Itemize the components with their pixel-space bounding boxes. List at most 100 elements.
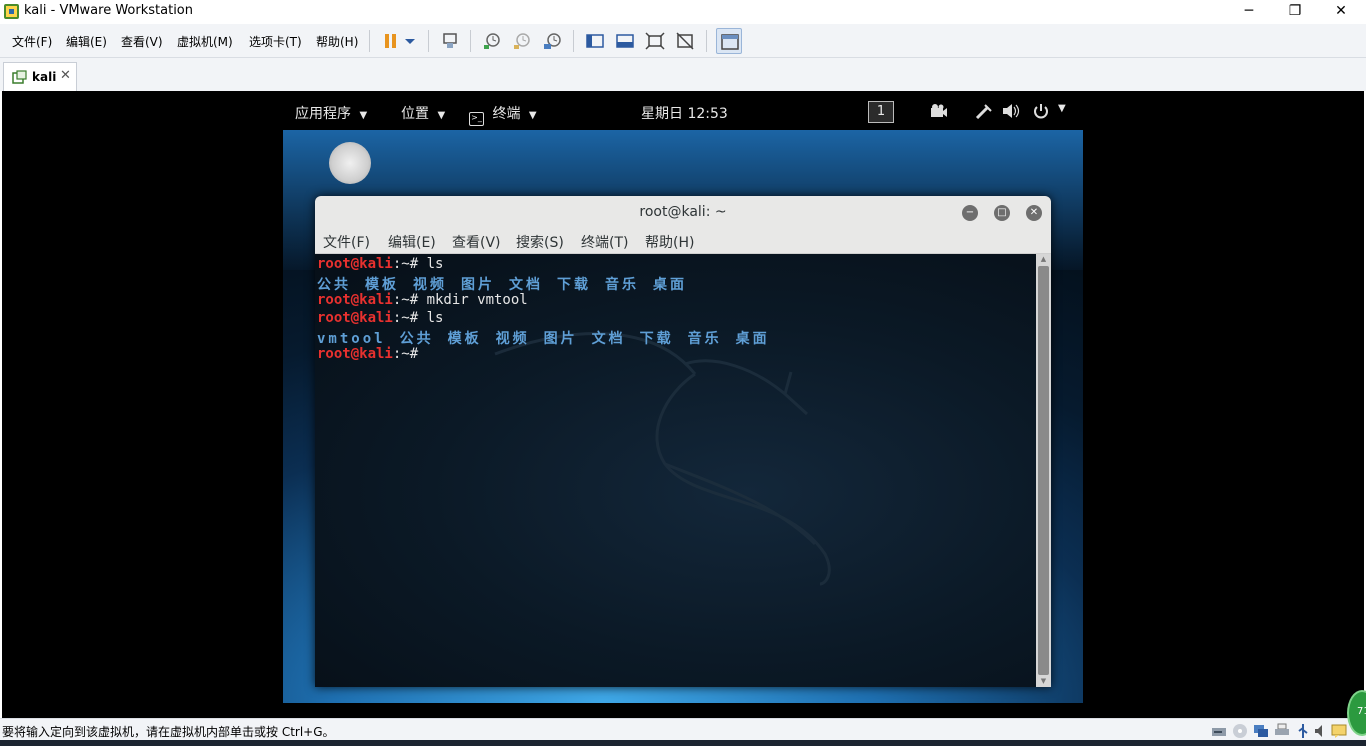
snapshot-revert-icon[interactable] — [509, 28, 535, 54]
window-title: kali - VMware Workstation — [24, 3, 193, 18]
message-icon[interactable] — [1331, 723, 1347, 739]
workspace-indicator[interactable]: 1 — [868, 101, 894, 123]
terminal-menu-file[interactable]: 文件(F) — [323, 232, 370, 252]
directory-entry: 桌面 — [735, 331, 770, 347]
terminal-line: root@kali:~# — [317, 346, 418, 364]
restore-button[interactable]: ❐ — [1272, 0, 1318, 24]
terminal-minimize-icon[interactable]: − — [962, 205, 978, 221]
menu-vm[interactable]: 虚拟机(M) — [177, 33, 233, 50]
terminal-menu-edit[interactable]: 编辑(E) — [388, 232, 436, 252]
directory-entry: vmtool — [317, 331, 386, 347]
title-bar: kali - VMware Workstation ─ ❐ ✕ — [0, 0, 1366, 24]
cd-dvd-icon[interactable] — [1232, 723, 1248, 739]
tab-kali[interactable]: kali ✕ — [3, 62, 77, 91]
scroll-up-icon[interactable]: ▲ — [1036, 254, 1051, 265]
power-icon[interactable] — [1033, 103, 1049, 123]
chevron-down-icon: ▼ — [528, 110, 537, 121]
applications-menu[interactable]: 应用程序 ▼ — [295, 103, 367, 123]
places-menu[interactable]: 位置 ▼ — [401, 103, 445, 123]
terminal-close-icon[interactable]: ✕ — [1026, 205, 1042, 221]
send-ctrl-alt-del-icon[interactable] — [437, 28, 463, 54]
pointer-icon[interactable] — [975, 103, 993, 123]
terminal-menu-help[interactable]: 帮助(H) — [645, 232, 694, 252]
chevron-down-icon: ▼ — [437, 110, 446, 121]
vmware-app-icon — [4, 4, 19, 19]
command-text: :~# ls — [392, 310, 444, 326]
terminal-line: 公共 模板 视频 图片 文档 下载 音乐 桌面 — [317, 274, 701, 293]
toolbar-separator — [369, 30, 370, 52]
full-screen-console-icon[interactable] — [612, 28, 638, 54]
clock[interactable]: 星期日 12:53 — [641, 103, 728, 123]
status-message: 要将输入定向到该虚拟机，请在虚拟机内部单击或按 Ctrl+G。 — [2, 725, 335, 739]
toolbar-separator — [706, 30, 707, 52]
view-icon[interactable] — [716, 28, 742, 54]
close-button[interactable]: ✕ — [1318, 0, 1364, 24]
places-label: 位置 — [401, 106, 429, 122]
prompt-user: root@kali — [317, 256, 393, 272]
tab-label: kali — [32, 70, 57, 84]
toolbar-separator — [573, 30, 574, 52]
menu-view[interactable]: 查看(V) — [121, 33, 163, 50]
tab-close-icon[interactable]: ✕ — [60, 68, 71, 83]
menu-toolbar: 文件(F) 编辑(E) 查看(V) 虚拟机(M) 选项卡(T) 帮助(H) — [0, 24, 1366, 58]
vmware-window: kali - VMware Workstation ─ ❐ ✕ 文件(F) 编辑… — [0, 0, 1366, 746]
hard-disk-icon[interactable] — [1211, 723, 1227, 739]
scroll-down-icon[interactable]: ▼ — [1036, 676, 1051, 687]
menu-file[interactable]: 文件(F) — [12, 33, 52, 50]
directory-entry: 桌面 — [653, 277, 687, 293]
taskbar-edge — [0, 740, 1366, 746]
directory-entry: 图片 — [461, 277, 495, 293]
terminal-menu-view[interactable]: 查看(V) — [452, 232, 501, 252]
applications-label: 应用程序 — [295, 106, 351, 122]
directory-entry: 音乐 — [605, 277, 639, 293]
guest-screen[interactable]: 应用程序 ▼ 位置 ▼ >_ 终端 ▼ 星期日 12:53 1 ▼ root@k… — [283, 91, 1083, 703]
terminal-app-menu[interactable]: >_ 终端 ▼ — [469, 103, 537, 126]
chevron-down-icon[interactable]: ▼ — [1058, 103, 1066, 114]
prompt-user: root@kali — [317, 346, 393, 362]
directory-entry: 文档 — [591, 331, 626, 347]
kali-desktop[interactable]: root@kali: ~ − □ ✕ 文件(F) 编辑(E) 查看(V) 搜索(… — [283, 130, 1083, 703]
menu-edit[interactable]: 编辑(E) — [66, 33, 107, 50]
toolbar-separator — [428, 30, 429, 52]
camera-icon[interactable] — [930, 103, 948, 123]
terminal-window[interactable]: root@kali: ~ − □ ✕ 文件(F) 编辑(E) 查看(V) 搜索(… — [315, 196, 1051, 687]
terminal-menu-terminal[interactable]: 终端(T) — [581, 232, 628, 252]
printer-icon[interactable] — [1274, 723, 1290, 739]
snapshot-take-icon[interactable] — [479, 28, 505, 54]
terminal-line: vmtool 公共 模板 视频 图片 文档 下载 音乐 桌面 — [317, 328, 784, 347]
gnome-top-bar: 应用程序 ▼ 位置 ▼ >_ 终端 ▼ 星期日 12:53 1 ▼ — [283, 91, 1083, 131]
terminal-menu-search[interactable]: 搜索(S) — [516, 232, 564, 252]
unity-icon[interactable] — [672, 28, 698, 54]
terminal-output[interactable]: root@kali:~# ls 公共 模板 视频 图片 文档 下载 音乐 桌面 root@kali… — [315, 254, 1036, 687]
volume-icon[interactable] — [1002, 103, 1020, 123]
menu-help[interactable]: 帮助(H) — [316, 33, 358, 50]
menu-tabs[interactable]: 选项卡(T) — [249, 33, 302, 50]
terminal-line: root@kali:~# mkdir vmtool — [317, 292, 528, 310]
command-text: :~# — [392, 346, 419, 362]
full-screen-icon[interactable] — [642, 28, 668, 54]
terminal-maximize-icon[interactable]: □ — [994, 205, 1010, 221]
show-library-icon[interactable] — [582, 28, 608, 54]
network-icon[interactable] — [1253, 723, 1269, 739]
terminal-scrollbar[interactable]: ▲ ▼ — [1036, 254, 1051, 687]
scroll-thumb[interactable] — [1038, 266, 1049, 675]
directory-entry: 下载 — [639, 331, 674, 347]
vm-display[interactable]: 应用程序 ▼ 位置 ▼ >_ 终端 ▼ 星期日 12:53 1 ▼ root@k… — [2, 91, 1364, 718]
snapshot-manager-icon[interactable] — [539, 28, 565, 54]
tab-strip: kali ✕ — [0, 58, 1366, 91]
directory-entry: 音乐 — [687, 331, 722, 347]
badge-value: 71 — [1357, 706, 1366, 717]
command-text: :~# mkdir vmtool — [392, 292, 528, 308]
directory-entry: 图片 — [543, 331, 578, 347]
sound-card-icon[interactable] — [1313, 723, 1329, 739]
minimize-button[interactable]: ─ — [1226, 0, 1272, 24]
terminal-line: root@kali:~# ls — [317, 310, 443, 328]
dropdown-arrow-icon[interactable] — [400, 28, 418, 54]
directory-entry: 模板 — [447, 331, 482, 347]
directory-entry: 公共 — [317, 277, 351, 293]
prompt-user: root@kali — [317, 310, 393, 326]
prompt-user: root@kali — [317, 292, 393, 308]
directory-entry: 视频 — [413, 277, 447, 293]
desktop-disc-icon[interactable] — [329, 142, 371, 184]
usb-icon[interactable] — [1295, 723, 1311, 739]
